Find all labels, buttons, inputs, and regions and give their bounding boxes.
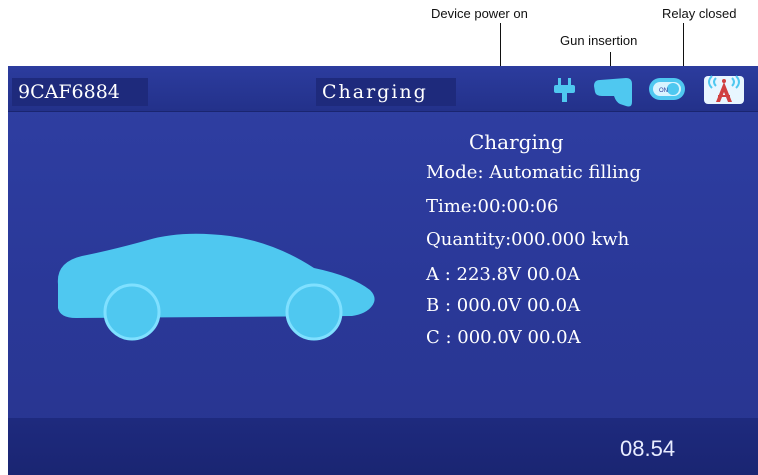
phase-a-reading: A : 223.8V 00.0A [426, 264, 580, 285]
charger-screen: 9CAF6884 Charging ON Charging Mode: Auto… [8, 66, 758, 475]
clock: 08.54 [620, 436, 676, 461]
signal-tower-icon [704, 75, 744, 104]
top-bar: 9CAF6884 Charging ON [8, 66, 758, 112]
mode-label: Mode: Automatic filling [426, 162, 641, 183]
relay-switch-icon: ON [649, 78, 685, 100]
plug-icon [554, 78, 575, 102]
phase-c-reading: C : 000.0V 00.0A [426, 327, 581, 348]
callout-gun-insertion: Gun insertion [560, 33, 638, 48]
info-heading: Charging [469, 130, 564, 154]
device-id: 9CAF6884 [12, 78, 148, 106]
charging-gun-icon [594, 78, 632, 107]
quantity-label: Quantity:000.000 kwh [426, 229, 630, 250]
phase-b-reading: B : 000.0V 00.0A [426, 295, 581, 316]
svg-text:ON: ON [659, 88, 668, 94]
callout-device-power: Device power on [431, 6, 528, 21]
time-label: Time:00:00:06 [426, 196, 559, 217]
car-illustration [57, 233, 375, 341]
callout-relay-closed: Relay closed [662, 6, 737, 21]
status-title: Charging [316, 78, 456, 106]
